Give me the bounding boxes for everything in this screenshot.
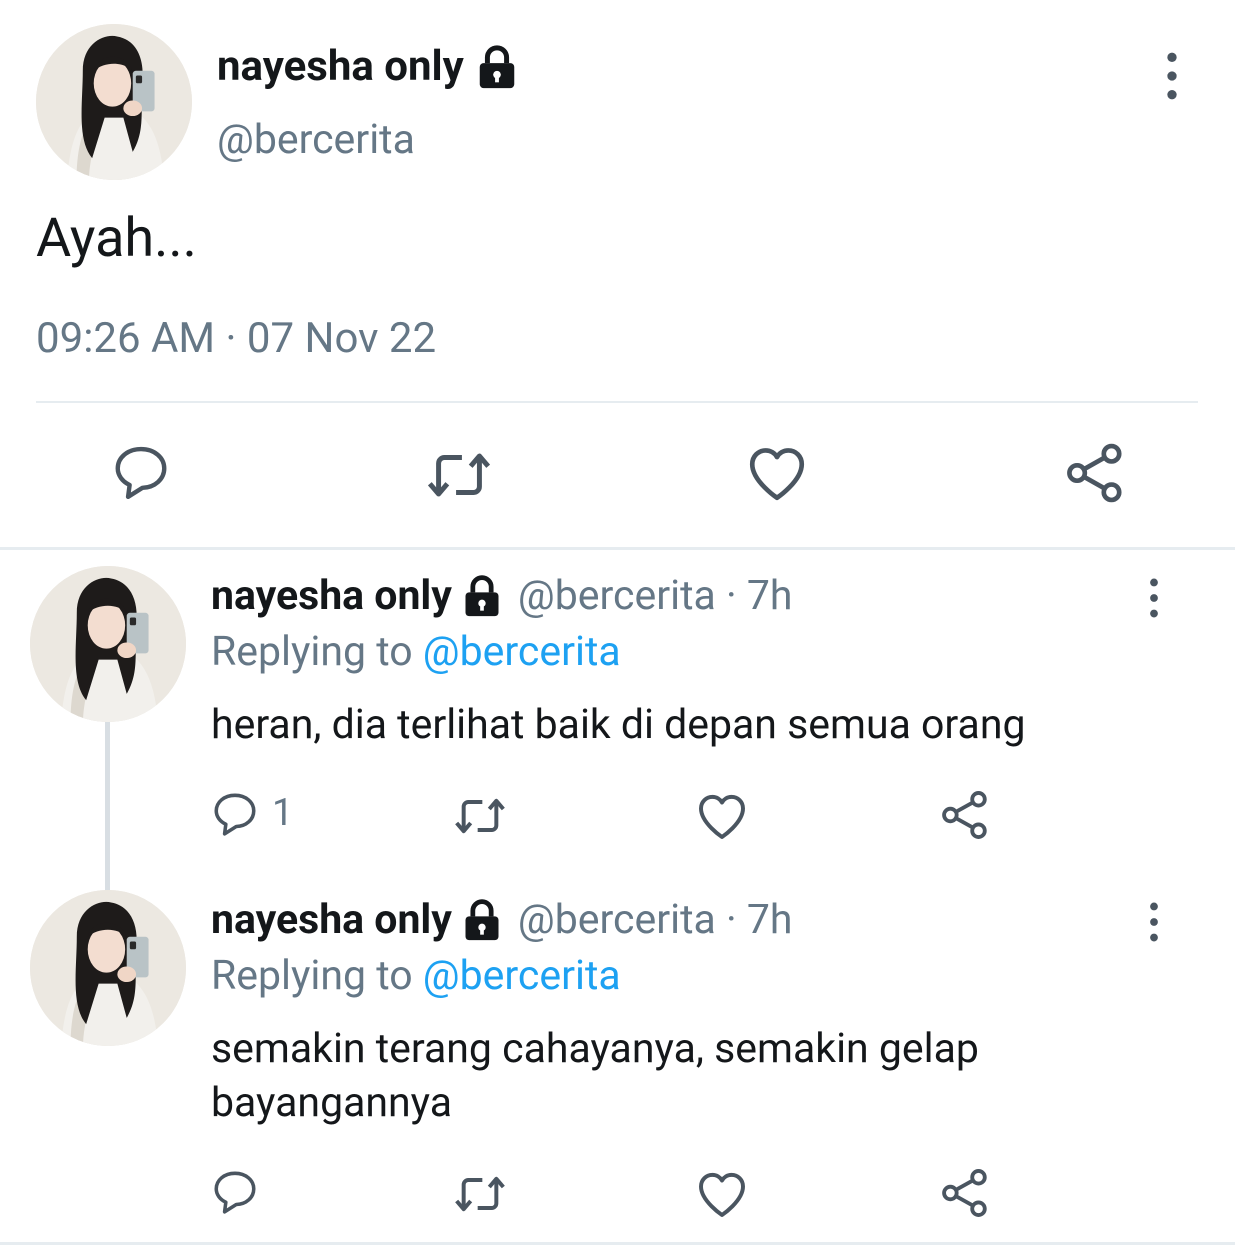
retweet-icon xyxy=(452,1166,508,1222)
lock-icon xyxy=(474,44,520,90)
reply-tweet[interactable]: nayesha only @bercerita · 7h Replying to… xyxy=(0,874,1235,1242)
author-handle[interactable]: @bercerita xyxy=(217,116,415,164)
speech-bubble-icon xyxy=(110,440,172,502)
replying-to-mention[interactable]: @bercerita xyxy=(423,952,621,1000)
like-button[interactable] xyxy=(694,1166,750,1222)
more-options-icon[interactable] xyxy=(1144,578,1164,618)
share-button[interactable] xyxy=(938,788,992,842)
tweet-timestamp: 09:26 AM · 07 Nov 22 xyxy=(36,314,437,363)
reply-text: semakin terang cahayanya, semakin gelap … xyxy=(211,1025,979,1127)
lock-icon xyxy=(460,898,504,942)
divider xyxy=(36,401,1198,403)
like-button[interactable] xyxy=(744,440,810,506)
avatar[interactable] xyxy=(36,24,192,180)
lock-icon xyxy=(460,574,504,618)
avatar[interactable] xyxy=(30,566,186,722)
tweet-text: Ayah... xyxy=(36,207,197,270)
reply-button[interactable]: 1 xyxy=(210,788,293,838)
replying-to-mention[interactable]: @bercerita xyxy=(423,628,621,676)
reply-header: nayesha only @bercerita · 7h xyxy=(211,896,792,944)
retweet-icon xyxy=(424,440,494,510)
retweet-button[interactable] xyxy=(452,788,508,844)
author-handle-time: @bercerita · 7h xyxy=(517,896,793,944)
author-handle-time: @bercerita · 7h xyxy=(517,572,793,620)
share-button[interactable] xyxy=(938,1166,992,1220)
replying-to-label: Replying to xyxy=(211,952,413,1000)
heart-icon xyxy=(694,788,750,844)
replying-to-label: Replying to xyxy=(211,628,413,676)
like-button[interactable] xyxy=(694,788,750,844)
author-name-text: nayesha only xyxy=(217,42,464,91)
retweet-button[interactable] xyxy=(452,1166,508,1222)
reply-text: heran, dia terlihat baik di depan semua … xyxy=(211,701,1026,749)
author-name[interactable]: nayesha only xyxy=(217,42,520,91)
reply-button[interactable] xyxy=(210,1166,260,1216)
avatar[interactable] xyxy=(30,890,186,1046)
retweet-button[interactable] xyxy=(424,440,494,510)
more-options-icon[interactable] xyxy=(1162,52,1182,100)
speech-bubble-icon xyxy=(210,788,260,838)
tweet-actions xyxy=(0,440,1235,510)
share-icon xyxy=(1062,440,1128,506)
share-icon xyxy=(938,788,992,842)
more-options-icon[interactable] xyxy=(1144,902,1164,942)
heart-icon xyxy=(694,1166,750,1222)
reply-header: nayesha only @bercerita · 7h xyxy=(211,572,792,620)
author-name[interactable]: nayesha only xyxy=(211,572,452,620)
reply-count: 1 xyxy=(272,791,294,835)
replying-to: Replying to @bercerita xyxy=(211,952,621,1000)
replying-to: Replying to @bercerita xyxy=(211,628,621,676)
main-tweet: nayesha only @bercerita Ayah... 09:26 AM… xyxy=(0,0,1235,548)
share-button[interactable] xyxy=(1062,440,1128,506)
retweet-icon xyxy=(452,788,508,844)
reply-button[interactable] xyxy=(110,440,172,502)
speech-bubble-icon xyxy=(210,1166,260,1216)
author-name[interactable]: nayesha only xyxy=(211,896,452,944)
reply-tweet[interactable]: nayesha only @bercerita · 7h Replying to… xyxy=(0,550,1235,890)
heart-icon xyxy=(744,440,810,506)
share-icon xyxy=(938,1166,992,1220)
